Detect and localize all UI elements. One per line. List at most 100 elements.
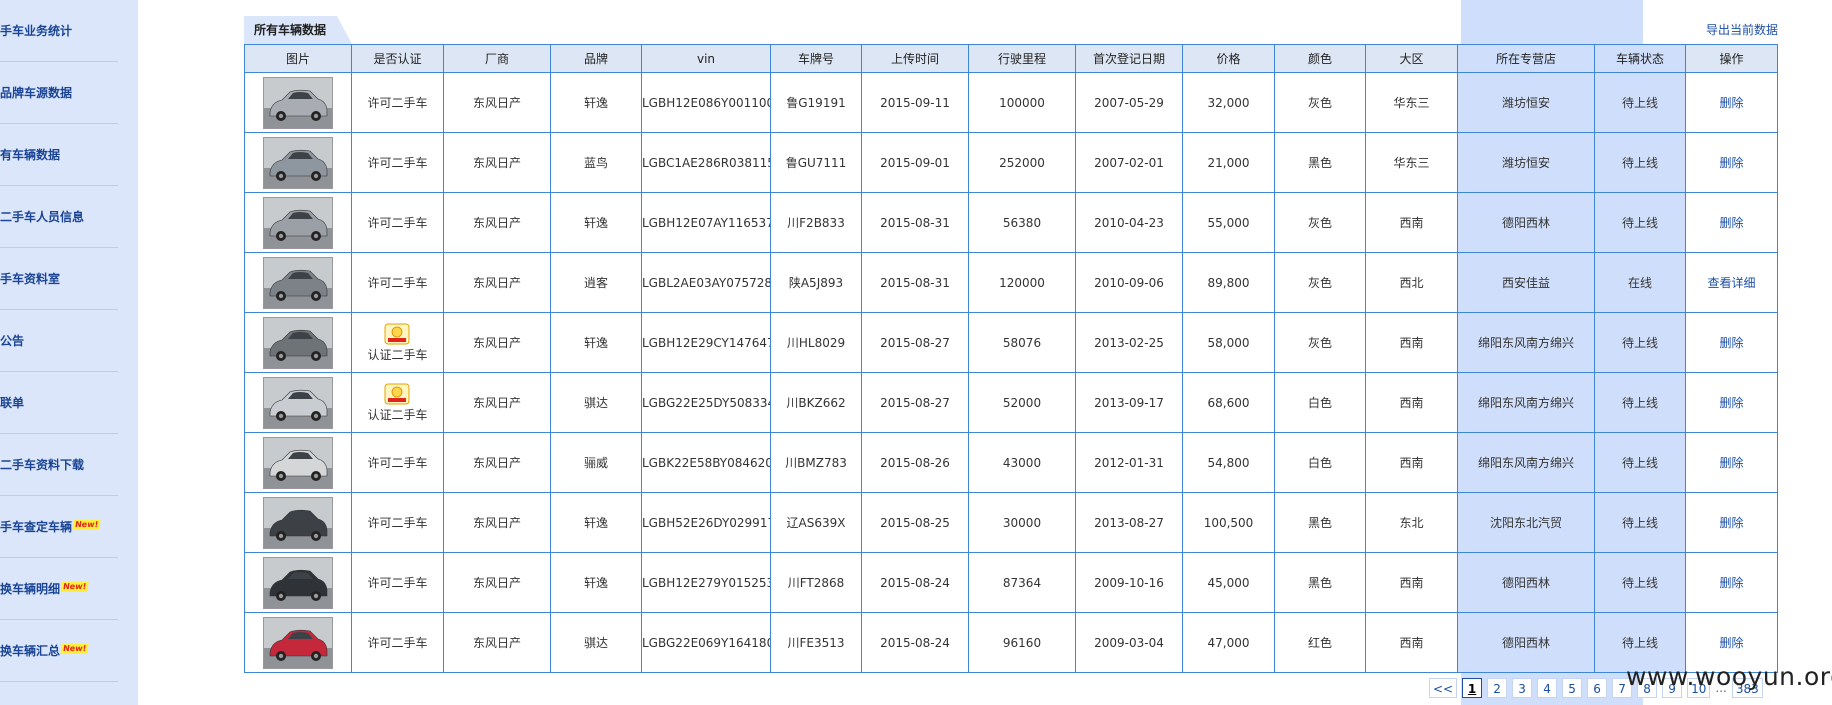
reg-cell: 2007-05-29 xyxy=(1075,72,1183,133)
car-thumbnail[interactable] xyxy=(263,316,333,369)
page-button-3[interactable]: 3 xyxy=(1512,678,1533,698)
maker-cell: 东风日产 xyxy=(443,492,551,553)
certification-wrap: 许可二手车 xyxy=(367,515,427,531)
delete-link[interactable]: 删除 xyxy=(1719,576,1743,590)
mileage-cell: 120000 xyxy=(968,252,1076,313)
reg-cell: 2007-02-01 xyxy=(1075,132,1183,193)
store-cell: 德阳西林 xyxy=(1457,192,1595,253)
action-cell: 删除 xyxy=(1685,72,1778,133)
new-badge: New! xyxy=(60,644,89,654)
delete-link[interactable]: 删除 xyxy=(1719,396,1743,410)
reg-cell: 2013-09-17 xyxy=(1075,372,1183,433)
sidebar-item-label: 二手车资料下载 xyxy=(0,458,85,472)
sidebar-item-3[interactable]: 有车辆数据 xyxy=(0,124,118,186)
car-thumbnail[interactable] xyxy=(263,376,333,429)
export-current-data-link[interactable]: 导出当前数据 xyxy=(1706,21,1778,38)
car-thumbnail[interactable] xyxy=(263,76,333,129)
column-header: 图片 xyxy=(244,44,352,73)
sidebar-item-label: 手车业务统计 xyxy=(0,24,73,38)
store-cell: 绵阳东风南方绵兴 xyxy=(1457,432,1595,493)
color-cell: 黑色 xyxy=(1274,492,1366,553)
column-header: 大区 xyxy=(1365,44,1458,73)
status-cell: 待上线 xyxy=(1594,492,1686,553)
price-cell: 32,000 xyxy=(1182,72,1275,133)
page-button-2[interactable]: 2 xyxy=(1487,678,1508,698)
certification-cell: 许可二手车 xyxy=(351,252,444,313)
sidebar-item-10[interactable]: 换车辆明细 New! xyxy=(0,558,118,620)
store-cell: 沈阳东北汽贸 xyxy=(1457,492,1595,553)
sidebar-item-label: 换车辆明细 xyxy=(0,582,61,596)
table-row: 许可二手车 东风日产 蓝鸟 LGBC1AE286R038115 鲁GU7111 2015-… xyxy=(244,132,1778,193)
price-cell: 21,000 xyxy=(1182,132,1275,193)
maker-cell: 东风日产 xyxy=(443,372,551,433)
vin-cell: LGBH12E279Y015253 xyxy=(641,552,771,613)
car-thumbnail[interactable] xyxy=(263,256,333,309)
sidebar-item-6[interactable]: 公告 xyxy=(0,310,118,372)
page-button-4[interactable]: 4 xyxy=(1537,678,1558,698)
certification-label: 许可二手车 xyxy=(367,155,428,170)
action-cell: 删除 xyxy=(1685,192,1778,253)
delete-link[interactable]: 删除 xyxy=(1719,156,1743,170)
mileage-cell: 252000 xyxy=(968,132,1076,193)
certification-cell: 许可二手车 xyxy=(351,192,444,253)
sidebar-item-2[interactable]: 品牌车源数据 xyxy=(0,62,118,124)
sidebar-item-4[interactable]: 二手车人员信息 xyxy=(0,186,118,248)
sidebar-item-1[interactable]: 手车业务统计 xyxy=(0,0,118,62)
maker-cell: 东风日产 xyxy=(443,252,551,313)
page-button-1[interactable]: 1 xyxy=(1462,678,1483,698)
column-header: 操作 xyxy=(1685,44,1778,73)
region-cell: 西南 xyxy=(1365,192,1458,253)
car-thumbnail[interactable] xyxy=(263,556,333,609)
price-cell: 45,000 xyxy=(1182,552,1275,613)
delete-link[interactable]: 删除 xyxy=(1719,456,1743,470)
certification-label: 许可二手车 xyxy=(367,455,428,470)
view-details-link[interactable]: 查看详细 xyxy=(1707,276,1755,290)
plate-cell: 川BKZ662 xyxy=(770,372,862,433)
certification-cell: 许可二手车 xyxy=(351,552,444,613)
mileage-cell: 87364 xyxy=(968,552,1076,613)
sidebar-item-label: 联单 xyxy=(0,396,25,410)
sidebar-item-7[interactable]: 联单 xyxy=(0,372,118,434)
maker-cell: 东风日产 xyxy=(443,132,551,193)
sidebar-item-8[interactable]: 二手车资料下载 xyxy=(0,434,118,496)
section-title: 所有车辆数据 xyxy=(244,16,352,44)
column-header: 是否认证 xyxy=(351,44,444,73)
region-cell: 西南 xyxy=(1365,612,1458,673)
sidebar-item-11[interactable]: 换车辆汇总 New! xyxy=(0,620,118,682)
delete-link[interactable]: 删除 xyxy=(1719,636,1743,650)
status-cell: 待上线 xyxy=(1594,312,1686,373)
page-button-5[interactable]: 5 xyxy=(1562,678,1583,698)
column-header: 行驶里程 xyxy=(968,44,1076,73)
car-thumbnail[interactable] xyxy=(263,436,333,489)
delete-link[interactable]: 删除 xyxy=(1719,216,1743,230)
car-thumbnail[interactable] xyxy=(263,616,333,669)
sidebar-item-label: 换车辆汇总 xyxy=(0,644,61,658)
delete-link[interactable]: 删除 xyxy=(1719,336,1743,350)
sidebar-item-label: 手车查定车辆 xyxy=(0,520,73,534)
store-cell: 潍坊恒安 xyxy=(1457,132,1595,193)
action-cell: 删除 xyxy=(1685,432,1778,493)
car-thumbnail[interactable] xyxy=(263,196,333,249)
car-thumbnail[interactable] xyxy=(263,496,333,549)
prev-page-button[interactable]: << xyxy=(1429,678,1458,698)
sidebar-item-label: 手车资料室 xyxy=(0,272,61,286)
column-header: 上传时间 xyxy=(861,44,969,73)
certified-badge-icon xyxy=(384,323,410,344)
brand-cell: 轩逸 xyxy=(550,192,642,253)
table-header-row: 图片 是否认证 厂商 品牌 vin 车牌号 上传时间 行驶里程 首次登记日期 价格 颜色 大区 所在专营… xyxy=(244,44,1778,73)
photo-cell xyxy=(244,312,352,373)
photo-cell xyxy=(244,432,352,493)
vin-cell: LGBG22E069Y164180 xyxy=(641,612,771,673)
upload-cell: 2015-08-26 xyxy=(861,432,969,493)
upload-cell: 2015-08-27 xyxy=(861,312,969,373)
delete-link[interactable]: 删除 xyxy=(1719,96,1743,110)
car-thumbnail[interactable] xyxy=(263,136,333,189)
page-button-6[interactable]: 6 xyxy=(1587,678,1608,698)
sidebar-item-5[interactable]: 手车资料室 xyxy=(0,248,118,310)
status-cell: 待上线 xyxy=(1594,552,1686,613)
sidebar-item-9[interactable]: 手车查定车辆 New! xyxy=(0,496,118,558)
status-cell: 待上线 xyxy=(1594,132,1686,193)
vin-cell: LGBC1AE286R038115 xyxy=(641,132,771,193)
delete-link[interactable]: 删除 xyxy=(1719,516,1743,530)
certified-badge-icon xyxy=(384,383,410,404)
